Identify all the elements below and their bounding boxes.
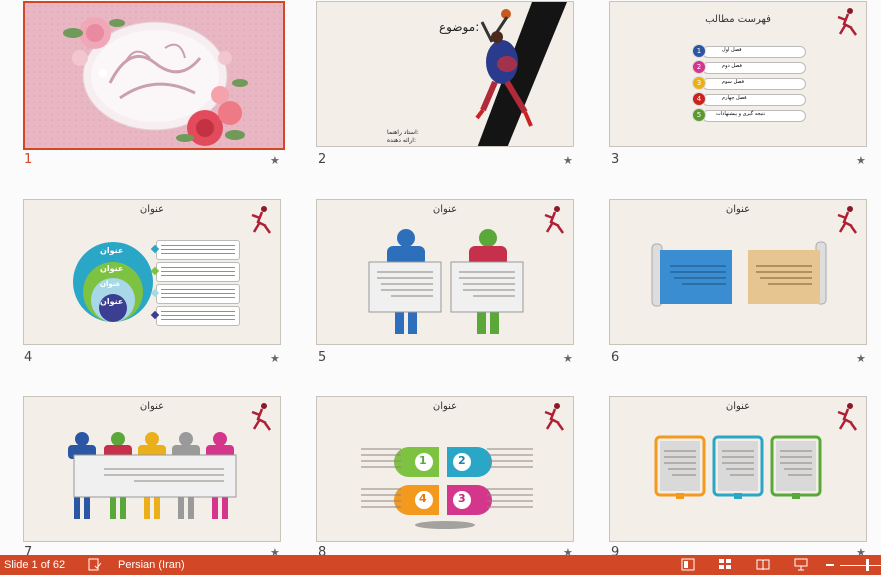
circle-label: عنوان <box>100 246 124 255</box>
zoom-out-button[interactable] <box>826 564 834 566</box>
scroll-banners <box>651 241 827 307</box>
circle-label: عنوان <box>100 297 124 306</box>
runner-logo-icon <box>251 206 272 234</box>
circle-label: عنوان <box>100 280 121 288</box>
five-figures-holding-banner <box>68 432 237 519</box>
animation-star-icon[interactable]: ★ <box>270 352 280 365</box>
toc-item-1[interactable]: فصل اول 1 <box>692 44 810 60</box>
slide-thumbnail-9[interactable]: عنوان <box>609 396 867 542</box>
animation-star-icon[interactable]: ★ <box>563 352 573 365</box>
language-indicator[interactable]: Persian (Iran) <box>118 559 185 571</box>
slide-thumbnail-2[interactable]: موضوع: استاد راهنما: ارائه دهنده: <box>316 1 574 147</box>
slide-thumbnail-3[interactable]: فهرست مطالب فصل اول 1 فصل دوم 2 فصل سوم … <box>609 1 867 147</box>
animation-star-icon[interactable]: ★ <box>270 154 280 167</box>
subject-label: موضوع: <box>439 20 480 34</box>
toc-item-4[interactable]: فصل چهارم 4 <box>692 92 810 108</box>
toc-number-badge: 1 <box>692 44 706 58</box>
slideshow-icon[interactable] <box>794 558 808 571</box>
petal-number: 3 <box>458 492 466 505</box>
slide-number-5: 5 <box>318 350 327 365</box>
slide-title: فهرست مطالب <box>705 14 771 25</box>
toc-number-badge: 3 <box>692 76 706 90</box>
reading-view-icon[interactable] <box>756 558 770 571</box>
animation-star-icon[interactable]: ★ <box>856 154 866 167</box>
slide-sorter-view-icon[interactable] <box>718 558 732 571</box>
slide-thumbnail-7[interactable]: عنوان <box>23 396 281 542</box>
toc-item-5[interactable]: نتیجه گیری و پیشنهادات 5 <box>692 108 810 124</box>
four-petal-diagram <box>361 447 533 529</box>
slide-counter[interactable]: Slide 1 of 62 <box>4 559 65 571</box>
three-framed-cards <box>654 435 822 499</box>
toc-number-badge: 2 <box>692 60 706 74</box>
petal-number: 1 <box>419 454 427 467</box>
slide-thumbnail-1[interactable] <box>23 1 285 150</box>
toc-item-3[interactable]: فصل سوم 3 <box>692 76 810 92</box>
animation-star-icon[interactable]: ★ <box>856 352 866 365</box>
status-bar: Slide 1 of 62 Persian (Iran) <box>0 555 881 575</box>
slide-number-1: 1 <box>24 152 33 167</box>
zoom-slider[interactable] <box>840 565 881 566</box>
slide-thumbnail-6[interactable]: عنوان <box>609 199 867 345</box>
zoom-slider-thumb[interactable] <box>866 559 869 571</box>
normal-view-icon[interactable] <box>681 558 695 571</box>
toc-number-badge: 4 <box>692 92 706 106</box>
petal-number: 4 <box>419 492 427 505</box>
slide-number-2: 2 <box>318 152 327 167</box>
toc-number-badge: 5 <box>692 108 706 122</box>
slide-number-4: 4 <box>24 350 33 365</box>
circle-label: عنوان <box>100 264 124 273</box>
petal-number: 2 <box>458 454 466 467</box>
runner-logo-icon <box>837 8 858 36</box>
toc-item-2[interactable]: فصل دوم 2 <box>692 60 810 76</box>
presenter-label: ارائه دهنده: <box>387 137 416 144</box>
slide-sorter-grid: 1 ★ موضوع: استاد راهنما: ارائه دهنده: 2 … <box>0 0 881 560</box>
spell-check-icon[interactable] <box>88 558 102 571</box>
slide-thumbnail-8[interactable]: عنوان 1 2 4 3 <box>316 396 574 542</box>
slide-number-6: 6 <box>611 350 620 365</box>
two-figures-holding-signs <box>368 229 524 334</box>
slide-title: عنوان <box>139 204 165 215</box>
slide-thumbnail-5[interactable]: عنوان <box>316 199 574 345</box>
slide-thumbnail-4[interactable]: عنوان عنوان عنوان عنوان عنوان <box>23 199 281 345</box>
title-slide-art <box>25 3 283 148</box>
text-boxes <box>150 240 240 326</box>
toc-list: فصل اول 1 فصل دوم 2 فصل سوم 3 فصل چهارم … <box>692 44 810 124</box>
slide-number-3: 3 <box>611 152 620 167</box>
advisor-label: استاد راهنما: <box>387 129 419 136</box>
animation-star-icon[interactable]: ★ <box>563 154 573 167</box>
